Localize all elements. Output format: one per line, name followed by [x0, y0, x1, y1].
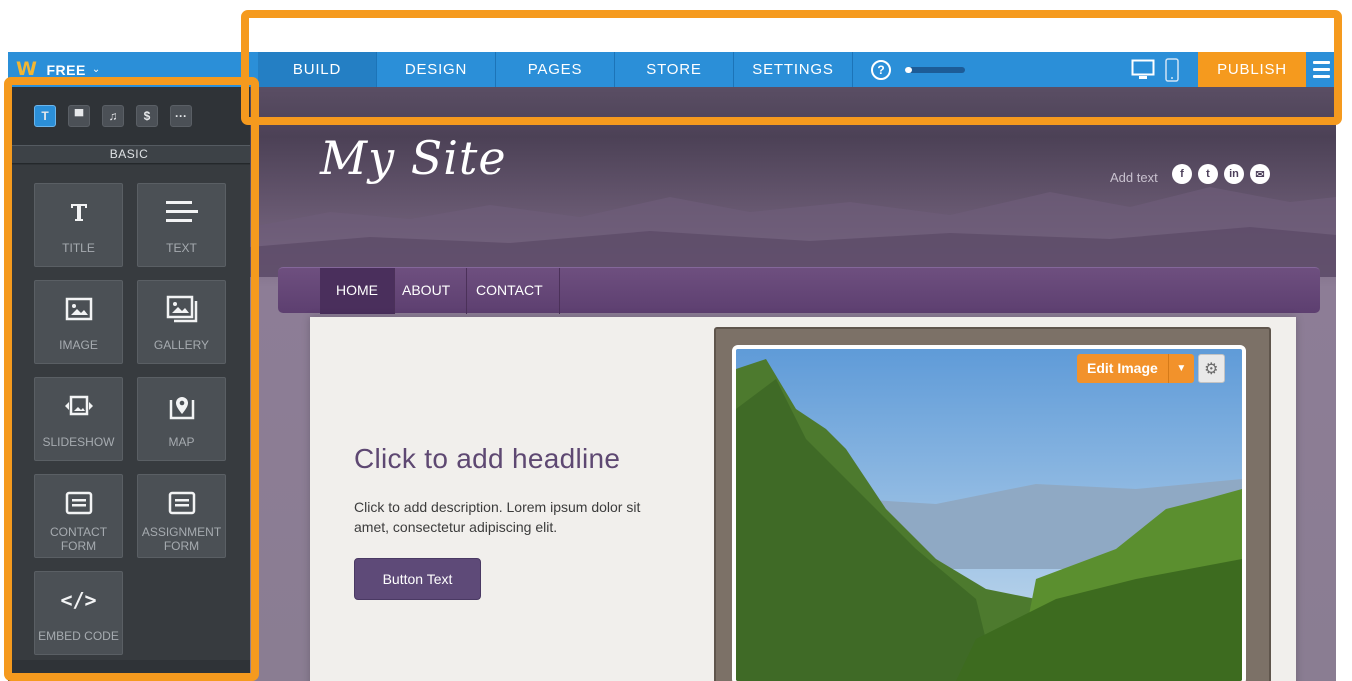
edit-image-button[interactable]: Edit Image — [1077, 354, 1168, 383]
site-nav-about[interactable]: ABOUT — [386, 268, 468, 314]
chevron-down-icon: ⌄ — [91, 64, 101, 75]
header-add-text[interactable]: Add text — [1110, 170, 1158, 185]
content-button[interactable]: Button Text — [354, 558, 481, 600]
plan-label: FREE — [46, 61, 86, 78]
email-icon[interactable]: ✉ — [1250, 164, 1270, 184]
headline-text[interactable]: Click to add headline — [354, 443, 620, 475]
facebook-icon[interactable]: f — [1172, 164, 1192, 184]
site-navigation: HOME ABOUT CONTACT — [278, 267, 1320, 314]
highlight-top-toolbar — [241, 10, 1342, 125]
site-nav-contact[interactable]: CONTACT — [460, 268, 560, 314]
site-title[interactable]: My Site — [320, 131, 507, 185]
description-text[interactable]: Click to add description. Lorem ipsum do… — [354, 497, 674, 537]
site-canvas: My Site Add text f t in ✉ HOME ABOUT CON… — [250, 87, 1336, 681]
site-nav-home[interactable]: HOME — [320, 268, 395, 314]
linkedin-icon[interactable]: in — [1224, 164, 1244, 184]
edit-image-dropdown-icon[interactable]: ▼ — [1167, 354, 1194, 383]
twitter-icon[interactable]: t — [1198, 164, 1218, 184]
mountain-landscape-image — [736, 349, 1242, 681]
highlight-sidebar — [4, 77, 259, 681]
social-icons: f t in ✉ — [1172, 164, 1270, 184]
image-toolbar: Edit Image ▼ ⚙ — [1077, 354, 1225, 383]
gear-icon[interactable]: ⚙ — [1197, 354, 1225, 383]
content-image[interactable] — [732, 345, 1246, 681]
editor-window: W FREE ⌄ BUILD DESIGN PAGES STORE SETTIN… — [0, 0, 1352, 681]
